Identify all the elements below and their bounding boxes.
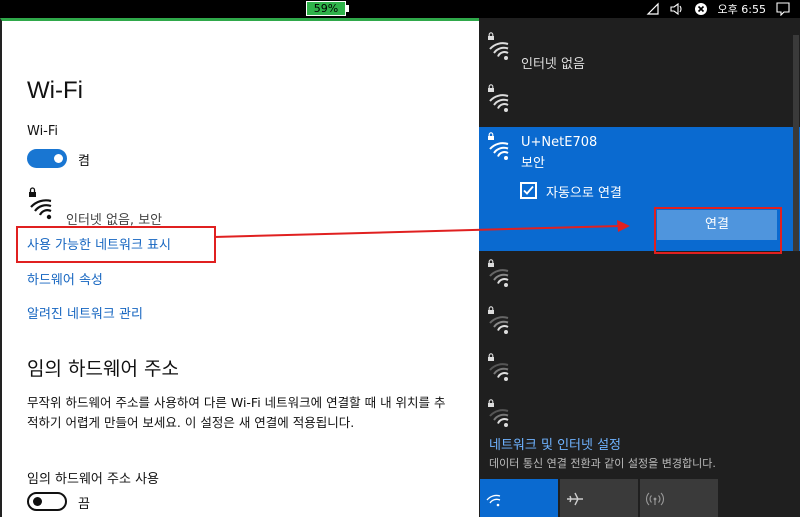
wifi-secure-icon	[487, 132, 513, 166]
mobile-hotspot-toggle[interactable]	[640, 479, 718, 517]
battery-indicator[interactable]: 59%	[306, 1, 346, 16]
hardware-properties-link[interactable]: 하드웨어 속성	[27, 269, 103, 288]
network-flyout: 인터넷 없음 U+NetE708 보안 자동으로 연결 연결 네트워크 및 인터…	[479, 18, 800, 517]
battery-tip	[346, 5, 349, 12]
wifi-state-label: 켬	[78, 154, 90, 169]
auto-connect-label: 자동으로 연결	[546, 186, 622, 201]
random-hardware-description: 무작위 하드웨어 주소를 사용하여 다른 Wi-Fi 네트워크에 연결할 때 내…	[27, 395, 446, 430]
wifi-weak-secure-icon	[487, 353, 513, 387]
clock[interactable]: 오후 6:55	[718, 1, 766, 17]
wifi-secure-icon	[27, 187, 57, 225]
random-hardware-state: 끔	[78, 497, 90, 512]
network-status: 인터넷 없음	[521, 57, 585, 72]
network-item[interactable]	[479, 301, 800, 346]
network-name: U+NetE708	[521, 135, 598, 150]
notification-icon[interactable]	[776, 2, 790, 16]
page-title: Wi-Fi	[27, 77, 83, 104]
wifi-quick-toggle[interactable]	[480, 479, 558, 517]
random-hardware-use-label: 임의 하드웨어 주소 사용	[27, 472, 159, 487]
auto-connect-checkbox[interactable]	[520, 182, 537, 199]
airplane-icon	[566, 491, 584, 511]
network-item[interactable]	[479, 78, 800, 126]
hotspot-icon	[645, 491, 665, 511]
network-item-selected[interactable]: U+NetE708 보안 자동으로 연결 연결	[479, 127, 800, 254]
network-item[interactable]: 인터넷 없음	[479, 18, 800, 78]
wifi-settings-page: Wi-Fi Wi-Fi 켬 인터넷 없음, 보안 사용 가능한 네트워크 표시 …	[0, 18, 479, 517]
system-tray: 오후 6:55	[646, 0, 800, 18]
close-circle-icon[interactable]	[694, 2, 708, 16]
network-item[interactable]	[479, 254, 800, 299]
random-hardware-title: 임의 하드웨어 주소	[27, 358, 179, 380]
network-item[interactable]	[479, 395, 800, 433]
random-hardware-toggle[interactable]	[27, 492, 67, 511]
network-settings-link[interactable]: 네트워크 및 인터넷 설정	[489, 434, 621, 453]
taskbar: 59% 오후 6:55	[0, 0, 800, 18]
airplane-mode-toggle[interactable]	[560, 479, 638, 517]
wifi-secure-icon	[487, 84, 513, 118]
volume-icon[interactable]	[669, 2, 684, 16]
network-settings-description: 데이터 통신 연결 전환과 같이 설정을 변경합니다.	[489, 457, 716, 470]
wifi-icon	[486, 492, 504, 511]
wifi-toggle[interactable]	[27, 149, 67, 168]
wifi-label: Wi-Fi	[27, 124, 59, 139]
battery-percent: 59%	[313, 2, 339, 15]
manage-known-networks-link[interactable]: 알려진 네트워크 관리	[27, 303, 143, 322]
flyout-scrollbar[interactable]	[793, 35, 799, 251]
network-security: 보안	[521, 156, 545, 171]
wifi-weak-secure-icon	[487, 259, 513, 293]
wifi-secure-icon	[487, 32, 513, 66]
wifi-weak-secure-icon	[487, 399, 513, 433]
wifi-weak-secure-icon	[487, 306, 513, 340]
network-icon[interactable]	[646, 2, 660, 16]
highlight-box-connect	[654, 207, 782, 254]
network-item[interactable]	[479, 348, 800, 393]
highlight-box-networks	[16, 226, 216, 263]
